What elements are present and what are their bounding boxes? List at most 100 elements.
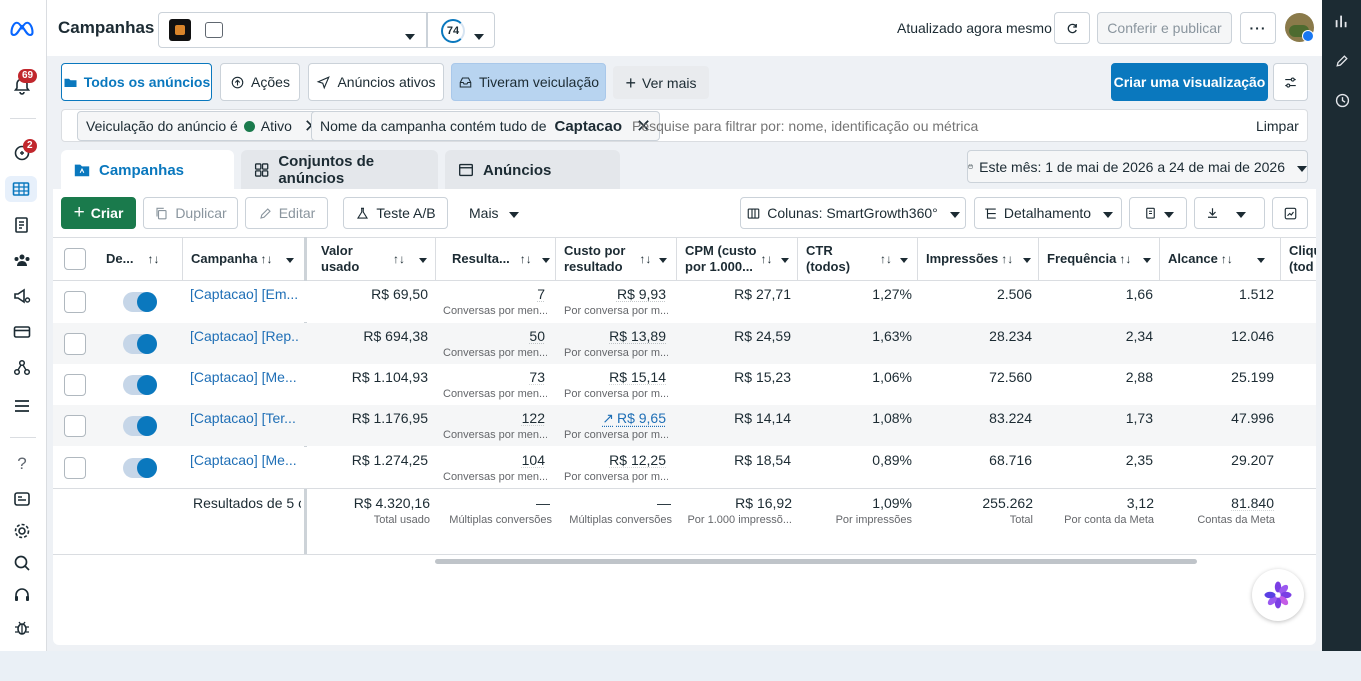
- delivered-ads-button[interactable]: Tiveram veiculação: [451, 63, 606, 101]
- sort-icon[interactable]: ↑↓: [260, 251, 272, 267]
- chevron-down-icon[interactable]: [900, 251, 909, 267]
- pencil-icon[interactable]: [1332, 51, 1352, 71]
- campaign-name-filter-chip[interactable]: Nome da campanha contém tudo de Captacao…: [311, 111, 661, 141]
- ads-manager-table-icon[interactable]: [5, 176, 37, 202]
- review-publish-button[interactable]: Conferir e publicar: [1097, 12, 1232, 44]
- header-ctr[interactable]: CTR (todos) ↑↓: [798, 237, 918, 281]
- row-checkbox[interactable]: [64, 415, 86, 437]
- sort-icon[interactable]: ↑↓: [393, 251, 405, 267]
- reports-dropdown[interactable]: [1129, 197, 1187, 229]
- see-more-button[interactable]: + Ver mais: [613, 66, 709, 99]
- sort-icon[interactable]: ↑↓: [1221, 251, 1233, 267]
- cell-cost-per-result[interactable]: ↗ R$ 9,65: [556, 410, 666, 427]
- sort-icon[interactable]: ↑↓: [520, 251, 532, 267]
- tab-campaigns[interactable]: Campanhas: [61, 150, 234, 190]
- settings-gear-icon[interactable]: [8, 519, 36, 543]
- header-frequency[interactable]: Frequência ↑↓: [1039, 237, 1160, 281]
- header-cpm[interactable]: CPM (custo por 1.000... ↑↓: [677, 237, 798, 281]
- totals-reach[interactable]: 81.840: [1160, 495, 1274, 511]
- header-cost-per-result[interactable]: Custo por resultado ↑↓: [556, 237, 677, 281]
- tab-ad-sets[interactable]: Conjuntos de anúncios: [241, 150, 438, 190]
- all-ads-button[interactable]: Todos os anúncios: [61, 63, 212, 101]
- row-checkbox[interactable]: [64, 374, 86, 396]
- chart-icon[interactable]: [1332, 11, 1352, 31]
- cell-results[interactable]: 73: [436, 369, 545, 385]
- report-bug-icon[interactable]: [8, 616, 36, 640]
- create-button[interactable]: + Criar: [61, 197, 136, 229]
- reports-icon[interactable]: [8, 213, 36, 237]
- campaign-name-link[interactable]: [Captacao] [Em...: [190, 286, 300, 302]
- tab-ads[interactable]: Anúncios: [445, 150, 620, 190]
- search-icon[interactable]: [8, 551, 36, 575]
- sort-icon[interactable]: ↑↓: [1119, 251, 1131, 267]
- audiences-icon[interactable]: [8, 248, 36, 272]
- sort-icon[interactable]: ↑↓: [761, 251, 773, 267]
- chevron-down-icon[interactable]: [419, 251, 427, 267]
- campaign-name-link[interactable]: [Captacao] [Me...: [190, 452, 300, 468]
- business-assets-icon[interactable]: [8, 356, 36, 380]
- cell-cost-per-result[interactable]: R$ 12,25: [556, 452, 666, 468]
- create-view-button[interactable]: Criar uma visualização: [1111, 63, 1268, 101]
- help-icon[interactable]: ?: [8, 452, 36, 476]
- delivery-toggle[interactable]: [123, 375, 157, 395]
- campaign-name-link[interactable]: [Captacao] [Rep...: [190, 328, 300, 344]
- row-checkbox[interactable]: [64, 333, 86, 355]
- export-dropdown[interactable]: [1194, 197, 1265, 229]
- chevron-down-icon[interactable]: [286, 251, 295, 267]
- header-impressions[interactable]: Impressões ↑↓: [918, 237, 1039, 281]
- select-all-checkbox[interactable]: [64, 248, 86, 270]
- filter-search-input[interactable]: [632, 114, 1232, 138]
- cell-cost-per-result[interactable]: R$ 9,93: [556, 286, 666, 302]
- chevron-down-icon[interactable]: [541, 251, 550, 267]
- filter-settings-button[interactable]: [1273, 63, 1308, 101]
- ad-account-selector[interactable]: [158, 12, 427, 48]
- ai-assistant-button[interactable]: [1252, 569, 1304, 621]
- sort-icon[interactable]: ↑↓: [1001, 251, 1013, 267]
- sort-icon[interactable]: ↑↓: [147, 251, 159, 267]
- chevron-down-icon[interactable]: [780, 251, 789, 267]
- breakdown-dropdown[interactable]: Detalhamento: [974, 197, 1122, 229]
- meta-logo-icon[interactable]: [7, 16, 37, 40]
- refresh-button[interactable]: [1054, 12, 1090, 44]
- campaign-tools-icon[interactable]: [8, 284, 36, 308]
- more-options-button[interactable]: ···: [1240, 12, 1276, 44]
- campaign-name-link[interactable]: [Captacao] [Ter...: [190, 410, 300, 426]
- sort-icon[interactable]: ↑↓: [639, 251, 651, 267]
- chevron-down-icon[interactable]: [1256, 251, 1265, 267]
- header-reach[interactable]: Alcance ↑↓: [1160, 237, 1281, 281]
- actions-button[interactable]: Ações: [220, 63, 300, 101]
- header-amount-spent[interactable]: Valor usado ↑↓: [313, 237, 436, 281]
- header-results[interactable]: Resulta... ↑↓: [436, 237, 556, 281]
- chart-view-button[interactable]: [1272, 197, 1308, 229]
- edit-button[interactable]: Editar: [245, 197, 328, 229]
- ab-test-button[interactable]: Teste A/B: [343, 197, 448, 229]
- clear-filters-link[interactable]: Limpar: [1256, 118, 1299, 134]
- opportunity-score[interactable]: 74: [427, 12, 495, 48]
- news-icon[interactable]: [8, 487, 36, 511]
- chevron-down-icon[interactable]: [1143, 251, 1152, 267]
- sort-icon[interactable]: ↑↓: [880, 251, 892, 267]
- cell-results[interactable]: 104: [436, 452, 545, 468]
- cell-cost-per-result[interactable]: R$ 13,89: [556, 328, 666, 344]
- more-dropdown[interactable]: Mais: [469, 205, 519, 221]
- support-headset-icon[interactable]: [8, 583, 36, 607]
- delivery-toggle[interactable]: [123, 416, 157, 436]
- duplicate-button[interactable]: Duplicar: [143, 197, 238, 229]
- campaign-name-link[interactable]: [Captacao] [Me...: [190, 369, 300, 385]
- active-ads-button[interactable]: Anúncios ativos: [308, 63, 444, 101]
- header-delivery[interactable]: De... ↑↓: [98, 237, 183, 281]
- columns-dropdown[interactable]: Colunas: SmartGrowth360°: [740, 197, 966, 229]
- cell-results[interactable]: 122: [436, 410, 545, 426]
- row-checkbox[interactable]: [64, 291, 86, 313]
- header-campaign[interactable]: Campanha ↑↓: [183, 237, 305, 281]
- delivery-toggle[interactable]: [123, 334, 157, 354]
- row-checkbox[interactable]: [64, 457, 86, 479]
- history-clock-icon[interactable]: [1332, 90, 1352, 110]
- date-range-picker[interactable]: Este mês: 1 de mai de 2026 a 24 de mai d…: [967, 150, 1308, 183]
- all-tools-menu-icon[interactable]: [8, 394, 36, 418]
- header-clicks[interactable]: Cliqu(tod: [1281, 237, 1316, 281]
- horizontal-scrollbar[interactable]: [435, 559, 1197, 564]
- chevron-down-icon[interactable]: [1023, 251, 1032, 267]
- cell-results[interactable]: 7: [436, 286, 545, 302]
- cell-cost-per-result[interactable]: R$ 15,14: [556, 369, 666, 385]
